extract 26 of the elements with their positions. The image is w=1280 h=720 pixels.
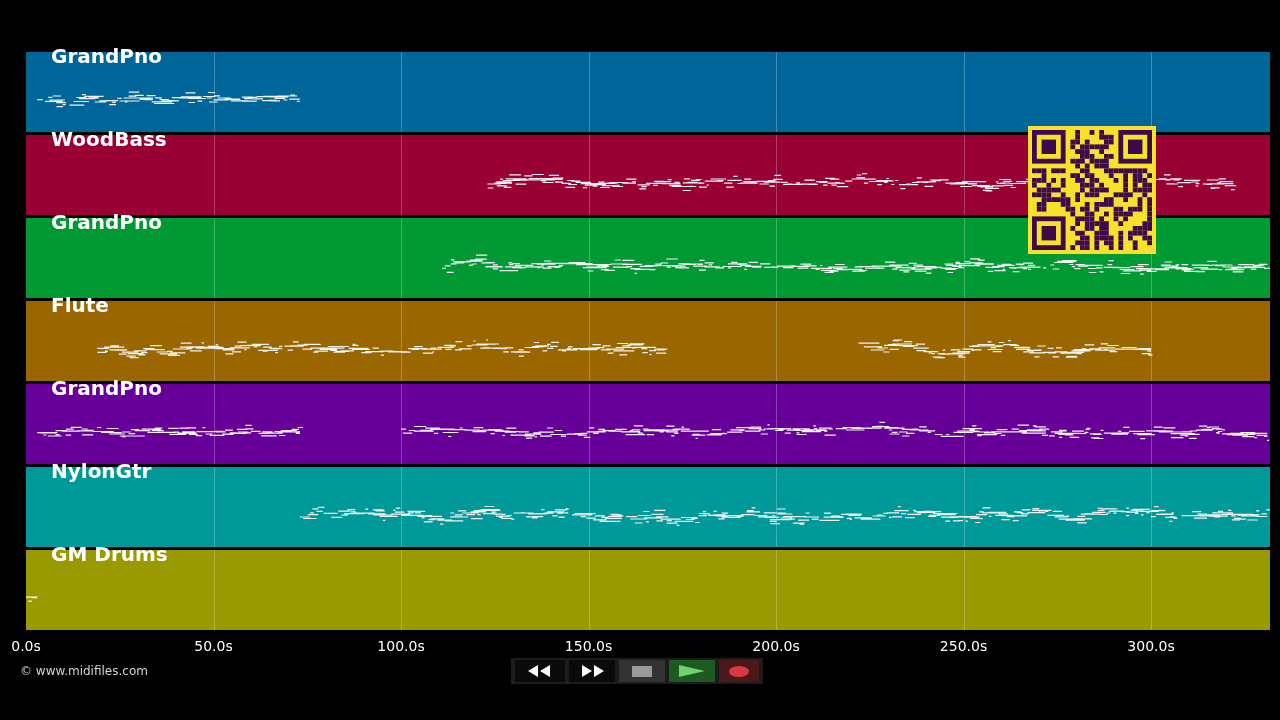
play-icon	[679, 665, 705, 677]
time-tick-label: 250.0s	[939, 637, 988, 656]
play-button[interactable]	[669, 660, 715, 682]
stop-button[interactable]	[619, 660, 665, 682]
track-name: GrandPno	[51, 44, 162, 68]
time-tick-label: 300.0s	[1127, 637, 1175, 656]
track-name: WoodBass	[51, 127, 167, 151]
record-icon	[729, 665, 749, 677]
track-name: GrandPno	[51, 210, 162, 234]
stop-icon	[632, 665, 652, 677]
fast-forward-icon	[579, 665, 605, 677]
time-tick-label: 150.0s	[564, 637, 613, 656]
track-name: GM Drums	[51, 542, 168, 566]
track-name: NylonGtr	[51, 459, 152, 483]
copyright-text: © www.midifiles.com	[20, 663, 149, 680]
fast-forward-button[interactable]	[569, 660, 615, 682]
track-name: GrandPno	[51, 376, 162, 400]
time-tick-label: 200.0s	[752, 637, 800, 656]
note-roll-drawing	[26, 596, 38, 603]
time-tick-label: 0.0s	[11, 637, 41, 656]
track-name: Flute	[51, 293, 109, 317]
time-tick-label: 100.0s	[377, 637, 425, 656]
rewind-button[interactable]	[515, 660, 565, 682]
record-button[interactable]	[719, 660, 759, 682]
time-tick-label: 50.0s	[194, 637, 233, 656]
rewind-icon	[527, 665, 553, 677]
